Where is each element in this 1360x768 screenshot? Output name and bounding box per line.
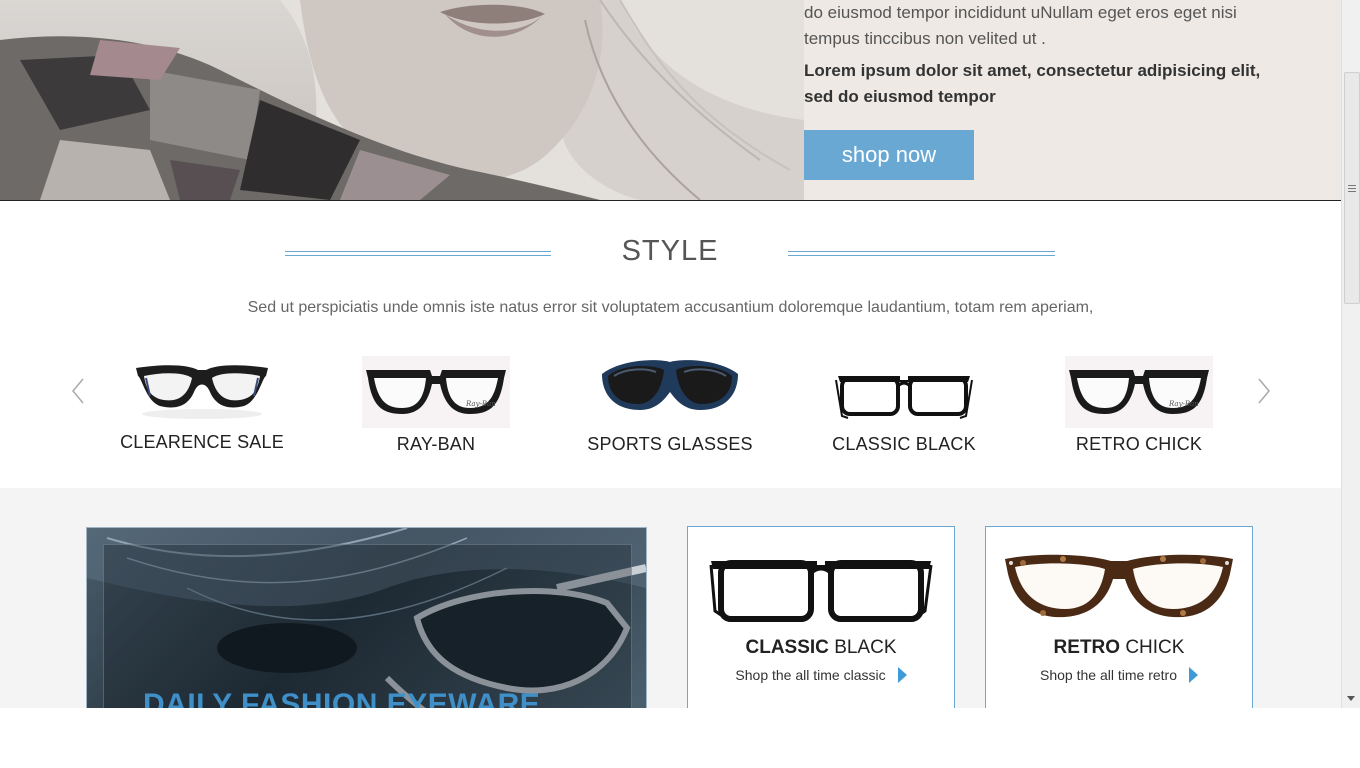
card-title-rest: BLACK (834, 637, 897, 658)
category-label: CLEARENCE SALE (120, 432, 284, 452)
hero-copy: do eiusmod tempor incididunt uNullam ege… (804, 0, 1284, 110)
sports-glasses-icon (602, 360, 738, 410)
carousel-next-icon[interactable] (1252, 376, 1274, 406)
page-viewport: do eiusmod tempor incididunt uNullam ege… (0, 0, 1341, 708)
play-arrow-icon (1188, 667, 1198, 683)
style-subtitle: Sed ut perspiciatis unde omnis iste natu… (247, 299, 1094, 316)
promo-overlay (103, 544, 632, 708)
promo-banner[interactable]: DAILY FASHION EYEWARE (86, 527, 647, 708)
category-label: RETRO CHICK (1075, 434, 1203, 454)
style-title: STYLE (621, 235, 719, 267)
retro-chick-frame-icon (1005, 554, 1233, 618)
svg-text:Ray-Ban: Ray-Ban (1168, 400, 1199, 408)
retro-chick-glasses-icon: Ray-Ban (1065, 356, 1213, 428)
card-title: CLASSIC BLACK (688, 637, 954, 659)
hero-bold-text: Lorem ipsum dolor sit amet, consectetur … (804, 61, 1261, 106)
card-link-text: Shop the all time retro (1040, 667, 1177, 683)
style-section: STYLE Sed ut perspiciatis unde omnis ist… (0, 201, 1341, 488)
category-sports-glasses[interactable]: SPORTS GLASSES (570, 356, 770, 455)
category-label: CLASSIC BLACK (832, 434, 976, 454)
clearence-sale-glasses-icon (136, 365, 268, 419)
category-classic-black[interactable]: CLASSIC BLACK (804, 356, 1004, 455)
card-title-bold: RETRO (1053, 637, 1121, 658)
title-divider-left (285, 251, 551, 256)
scroll-down-arrow-icon[interactable] (1347, 696, 1355, 701)
category-clearence-sale[interactable]: CLEARENCE SALE (102, 356, 302, 453)
card-link-text: Shop the all time classic (735, 667, 886, 683)
carousel-prev-icon[interactable] (68, 376, 90, 406)
vertical-scrollbar[interactable] (1341, 0, 1360, 708)
play-arrow-icon (897, 667, 907, 683)
hero-banner: do eiusmod tempor incididunt uNullam ege… (0, 0, 1341, 201)
hero-model-photo (0, 0, 804, 200)
scrollbar-grip-icon (1348, 185, 1356, 186)
category-ray-ban[interactable]: Ray-Ban RAY-BAN (336, 356, 536, 455)
hero-photo-illustration (0, 0, 804, 200)
category-label: SPORTS GLASSES (587, 434, 753, 454)
category-label: RAY-BAN (396, 434, 476, 454)
card-shop-link[interactable]: Shop the all time classic (735, 667, 907, 683)
card-title: RETRO CHICK (986, 637, 1252, 659)
shop-now-button[interactable]: shop now (804, 130, 974, 180)
scrollbar-thumb[interactable] (1344, 72, 1360, 304)
card-classic-black[interactable]: CLASSIC BLACK Shop the all time classic (687, 526, 955, 708)
card-title-rest: CHICK (1125, 637, 1185, 658)
title-divider-right (788, 251, 1055, 256)
card-title-bold: CLASSIC (745, 637, 829, 658)
hero-paragraph: do eiusmod tempor incididunt uNullam ege… (804, 3, 1237, 48)
featured-section: DAILY FASHION EYEWARE CLASSIC BLACK Shop… (0, 488, 1341, 708)
card-retro-chick[interactable]: RETRO CHICK Shop the all time retro (985, 526, 1253, 708)
classic-black-frame-icon (709, 560, 933, 622)
card-shop-link[interactable]: Shop the all time retro (1040, 667, 1198, 683)
category-retro-chick[interactable]: Ray-Ban RETRO CHICK (1039, 356, 1239, 455)
ray-ban-glasses-icon: Ray-Ban (362, 356, 510, 428)
svg-text:Ray-Ban: Ray-Ban (465, 400, 496, 408)
promo-title: DAILY FASHION EYEWARE (143, 688, 541, 708)
classic-black-glasses-icon (835, 376, 973, 419)
